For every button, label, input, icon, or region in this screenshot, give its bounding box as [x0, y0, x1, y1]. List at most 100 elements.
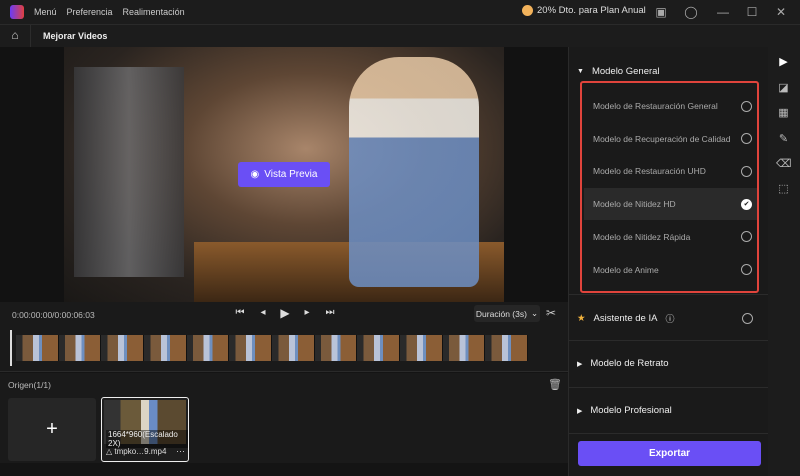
timeline-frames [16, 335, 529, 361]
menu-menu[interactable]: Menú [34, 7, 57, 17]
caret-right-icon: ▶ [577, 360, 583, 368]
tool-rail: ▶ ◪ ▦ ✎ ⌫ ⬚ [768, 47, 800, 476]
model-option[interactable]: Modelo de Restauración General [584, 90, 757, 122]
menu-realimentacion[interactable]: Realimentación [123, 7, 185, 17]
section-ai[interactable]: ★ Asistente de IA ⓘ [569, 295, 769, 341]
model-option-label: Modelo de Nitidez Rápida [593, 231, 691, 242]
timecode: 0:00:00:00/0:00:06:03 [12, 310, 95, 320]
source-panel: Origen(1/1) 🗑 + 1664*960(Escalado 2X) △ … [0, 373, 568, 463]
duration-label: Duración (3s) [475, 308, 527, 319]
model-panel: ▼ Modelo General Modelo de Restauración G… [568, 47, 769, 476]
model-option-label: Modelo de Restauración General [593, 101, 718, 111]
add-file-button[interactable]: + [8, 398, 96, 461]
radio[interactable] [741, 165, 752, 177]
close-icon[interactable]: ✕ [774, 5, 788, 19]
radio[interactable] [741, 264, 752, 275]
timeline[interactable] [0, 326, 568, 372]
skip-end-icon[interactable]: ⏭ [323, 307, 337, 318]
model-option-label: Modelo de Recuperación de Calidad [593, 133, 731, 144]
skip-start-icon[interactable]: ⏮ [233, 307, 247, 318]
pro-label: Modelo Profesional [590, 405, 672, 416]
info-icon[interactable]: ⓘ [665, 312, 674, 325]
caret-right-icon: ▶ [577, 407, 583, 415]
timeline-frame [314, 335, 358, 361]
radio[interactable] [741, 231, 752, 243]
minimize-icon[interactable]: — [716, 5, 730, 19]
video-enhance-icon[interactable]: ▶ [776, 55, 791, 70]
video-content [349, 57, 479, 287]
eraser-icon[interactable]: ⌫ [776, 157, 792, 172]
timeline-frame [144, 335, 187, 361]
chat-icon[interactable]: ▣ [654, 5, 668, 19]
highlight-box: Modelo de Restauración General Modelo de … [580, 81, 759, 293]
model-option-label: Modelo de Nitidez HD [593, 199, 676, 210]
export-button[interactable]: Exportar [578, 441, 761, 466]
grid-add-icon[interactable]: ▦ [776, 106, 791, 121]
timeline-frame [485, 335, 529, 361]
more-icon[interactable]: ··· [176, 446, 185, 456]
preview-button[interactable]: ◉ Vista Previa [238, 162, 330, 187]
model-option[interactable]: Modelo de Recuperación de Calidad [584, 123, 757, 155]
clip-filename: tmpko…9.mp4 [114, 447, 167, 456]
source-clip[interactable]: 1664*960(Escalado 2X) △ tmpko…9.mp4 ··· [101, 397, 189, 462]
home-icon[interactable]: ⌂ [6, 28, 24, 44]
section-general: ▼ Modelo General Modelo de Restauración G… [569, 47, 769, 295]
menu-preferencia[interactable]: Preferencia [67, 7, 113, 17]
eye-icon: ◉ [250, 169, 260, 180]
scissors-icon[interactable]: ✂ [546, 306, 556, 320]
timeline-frame [272, 335, 315, 361]
radio[interactable] [741, 133, 752, 145]
account-icon[interactable]: ◯ [684, 5, 698, 19]
section-pro[interactable]: ▶ Modelo Profesional [569, 388, 769, 434]
clip-name: △ tmpko…9.mp4 [106, 447, 167, 456]
source-label: Origen(1/1) [8, 380, 51, 390]
playhead[interactable] [10, 330, 12, 366]
model-option[interactable]: Modelo de Restauración UHD [584, 155, 757, 187]
duration-dropdown[interactable]: Duración (3s) ⌄ [474, 305, 540, 322]
timeline-frame [101, 335, 145, 361]
portrait-label: Modelo de Retrato [590, 358, 669, 369]
magic-select-icon[interactable]: ⬚ [776, 182, 791, 197]
model-option-label: Modelo de Anime [593, 264, 659, 275]
ai-radio[interactable] [742, 313, 753, 324]
timeline-frame [16, 335, 59, 361]
ai-header: ★ Asistente de IA ⓘ [577, 312, 674, 325]
portrait-header: ▶ Modelo de Retrato [577, 358, 669, 369]
timeline-frame [58, 335, 102, 361]
preview-label: Vista Previa [264, 169, 318, 180]
timeline-frame [229, 335, 273, 361]
model-option[interactable]: Modelo de Nitidez Rápida [584, 221, 757, 253]
model-option-label: Modelo de Restauración UHD [593, 166, 706, 177]
edit-icon[interactable]: ✎ [776, 132, 791, 147]
promo-link[interactable]: 20% Dto. para Plan Anual [522, 5, 646, 16]
trash-icon[interactable]: 🗑 [548, 378, 562, 391]
model-option[interactable]: Modelo de Anime [584, 254, 757, 286]
section-portrait[interactable]: ▶ Modelo de Retrato [569, 341, 769, 388]
ai-label: Asistente de IA [593, 313, 658, 324]
radio[interactable] [741, 100, 752, 112]
title-bar: Menú Preferencia Realimentación [0, 0, 800, 24]
caret-down-icon: ▼ [577, 68, 584, 75]
model-option[interactable]: Modelo de Nitidez HD ✔ [584, 188, 757, 221]
timeline-frame [186, 335, 230, 361]
star-icon: ★ [577, 313, 586, 324]
section-general-header[interactable]: ▼ Modelo General [577, 66, 660, 77]
page-title: Mejorar Videos [43, 31, 108, 41]
promo-icon [522, 5, 533, 16]
divider [30, 25, 31, 48]
color-correct-icon[interactable]: ◪ [776, 81, 791, 96]
pro-header: ▶ Modelo Profesional [577, 405, 672, 416]
timeline-frame [442, 335, 486, 361]
play-icon[interactable]: ▶ [278, 306, 292, 320]
next-frame-icon[interactable]: ▸ [300, 307, 314, 318]
video-content [74, 67, 184, 277]
radio-checked[interactable]: ✔ [741, 198, 752, 210]
maximize-icon[interactable]: ☐ [745, 5, 759, 19]
section-title: Modelo General [591, 66, 660, 77]
app-logo [10, 5, 24, 19]
timeline-frame [400, 335, 443, 361]
toolbar: ⌂ Mejorar Videos [0, 24, 800, 48]
promo-text: 20% Dto. para Plan Anual [537, 5, 646, 16]
prev-frame-icon[interactable]: ◂ [256, 307, 270, 318]
timeline-frame [357, 335, 401, 361]
